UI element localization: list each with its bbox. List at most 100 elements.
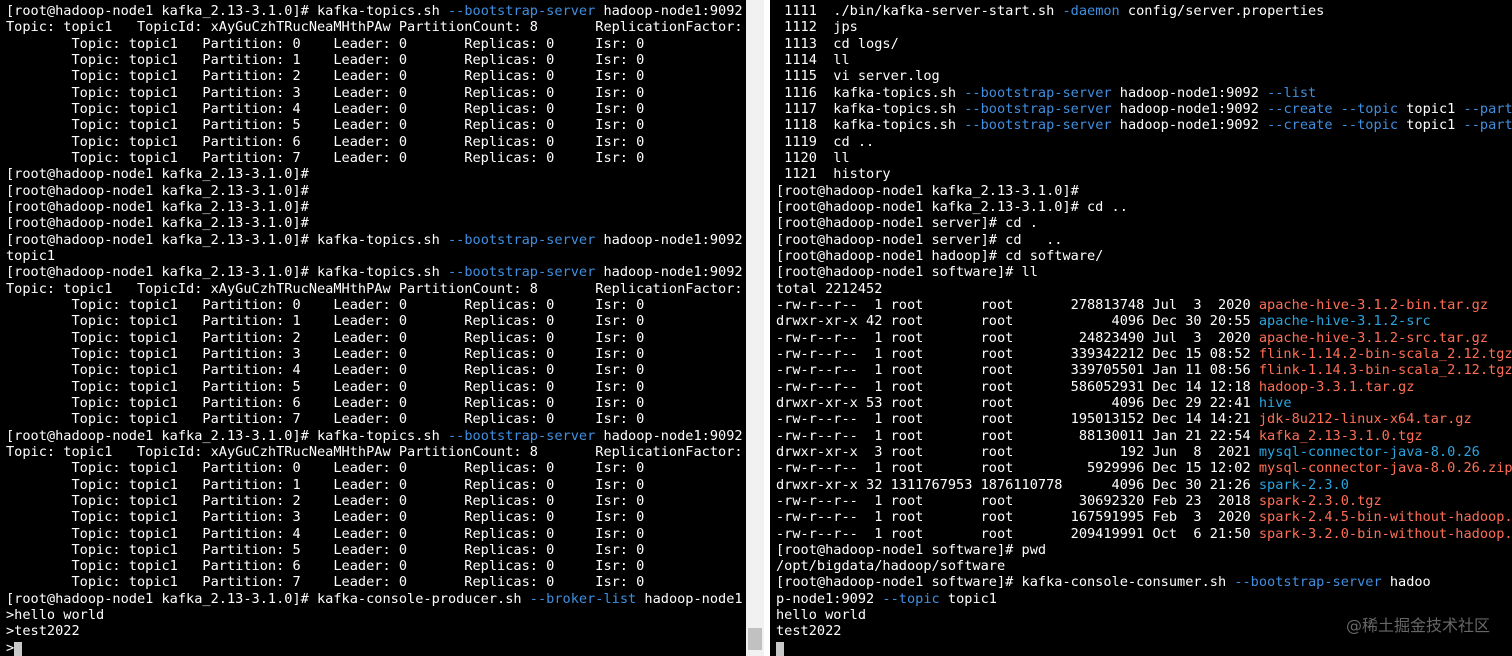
terminal-text-segment: drwxr-xr-x 53 root root 4096 Dec 29 22:4…: [776, 394, 1259, 411]
terminal-line: [root@hadoop-node1 kafka_2.13-3.1.0]#: [6, 166, 746, 182]
terminal-text-segment: -rw-r--r-- 1 root root 30692320 Feb 23 2…: [776, 492, 1259, 509]
terminal-line: Topic: topic1 Partition: 7 Leader: 0 Rep…: [6, 574, 746, 590]
terminal-line: -rw-r--r-- 1 root root 339342212 Dec 15 …: [776, 346, 1512, 362]
terminal-text-segment: --create: [1267, 100, 1333, 117]
terminal-line: [root@hadoop-node1 kafka_2.13-3.1.0]# ka…: [6, 3, 746, 19]
terminal-line: -rw-r--r-- 1 root root 24823490 Jul 3 20…: [776, 330, 1512, 346]
terminal-text-segment: --create: [1267, 117, 1333, 134]
left-terminal-pane[interactable]: [root@hadoop-node1 kafka_2.13-3.1.0]# ka…: [0, 0, 746, 656]
terminal-line: 1117 kafka-topics.sh --bootstrap-server …: [776, 101, 1512, 117]
terminal-text-segment: /opt/bigdata/hadoop/software: [776, 558, 1006, 575]
terminal-cursor: [14, 641, 23, 656]
terminal-text-segment: Topic: topic1 Partition: 2 Leader: 0 Rep…: [6, 68, 645, 85]
terminal-text-segment: -rw-r--r-- 1 root root 339342212 Dec 15 …: [776, 345, 1259, 362]
terminal-line: Topic: topic1 Partition: 1 Leader: 0 Rep…: [6, 313, 746, 329]
terminal-text-segment: Topic: topic1 Partition: 6 Leader: 0 Rep…: [6, 558, 645, 575]
terminal-line: [root@hadoop-node1 server]# cd .: [776, 215, 1512, 231]
terminal-line: -rw-r--r-- 1 root root 209419991 Oct 6 2…: [776, 526, 1512, 542]
terminal-text-segment: [root@hadoop-node1 software]# ll: [776, 264, 1038, 281]
terminal-line: 1112 jps: [776, 19, 1512, 35]
terminal-line: 1113 cd logs/: [776, 36, 1512, 52]
terminal-text-segment: Topic: topic1 Partition: 1 Leader: 0 Rep…: [6, 313, 645, 330]
terminal-line: 1114 ll: [776, 52, 1512, 68]
terminal-text-segment: flink-1.14.2-bin-scala_2.12.tgz: [1258, 345, 1512, 362]
terminal-text-segment: --bootstrap-server: [1234, 574, 1382, 591]
terminal-text-segment: [root@hadoop-node1 server]# cd ..: [776, 231, 1063, 248]
terminal-text-segment: [root@hadoop-node1 kafka_2.13-3.1.0]#: [6, 166, 309, 183]
terminal-text-segment: Topic: topic1 Partition: 4 Leader: 0 Rep…: [6, 100, 645, 117]
terminal-text-segment: -rw-r--r-- 1 root root 195013152 Dec 14 …: [776, 411, 1259, 428]
terminal-text-segment: hadoop-node1: [636, 590, 743, 607]
terminal-text-segment: spark-3.2.0-bin-without-hadoop.: [1258, 525, 1512, 542]
terminal-text-segment: hadoop-node1:9092: [1111, 100, 1268, 117]
terminal-text-segment: 1113 cd logs/: [776, 35, 899, 52]
terminal-text-segment: Topic: topic1 Partition: 3 Leader: 0 Rep…: [6, 509, 645, 526]
terminal-text-segment: -rw-r--r-- 1 root root 24823490 Jul 3 20…: [776, 329, 1259, 346]
terminal-text-segment: >hello world: [6, 607, 105, 624]
terminal-line: >: [6, 640, 746, 656]
terminal-text-segment: [root@hadoop-node1 kafka_2.13-3.1.0]#: [6, 198, 309, 215]
terminal-text-segment: -rw-r--r-- 1 root root 586052931 Dec 14 …: [776, 378, 1259, 395]
terminal-text-segment: Topic: topic1 Partition: 0 Leader: 0 Rep…: [6, 35, 645, 52]
terminal-line: [root@hadoop-node1 software]# kafka-cons…: [776, 574, 1512, 590]
terminal-text-segment: [root@hadoop-node1 software]# pwd: [776, 541, 1047, 558]
left-terminal-scrollbar[interactable]: [746, 0, 764, 656]
terminal-line: Topic: topic1 Partition: 5 Leader: 0 Rep…: [6, 379, 746, 395]
terminal-text-segment: -daemon: [1062, 3, 1120, 19]
terminal-text-segment: Topic: topic1 Partition: 2 Leader: 0 Rep…: [6, 329, 645, 346]
terminal-text-segment: --bootstrap-server: [447, 427, 596, 444]
terminal-text-segment: hadoop-node1:9092: [595, 427, 743, 444]
terminal-line: p-node1:9092 --topic topic1: [776, 591, 1512, 607]
terminal-text-segment: [root@hadoop-node1 kafka_2.13-3.1.0]# ka…: [6, 3, 448, 19]
terminal-text-segment: Topic: topic1 Partition: 7 Leader: 0 Rep…: [6, 411, 645, 428]
right-terminal-pane[interactable]: 1111 ./bin/kafka-server-start.sh -daemon…: [770, 0, 1512, 656]
terminal-text-segment: --part: [1463, 100, 1512, 117]
terminal-line: [root@hadoop-node1 kafka_2.13-3.1.0]# ka…: [6, 264, 746, 280]
terminal-text-segment: -rw-r--r-- 1 root root 339705501 Jan 11 …: [776, 362, 1259, 379]
terminal-text-segment: Topic: topic1 TopicId: xAyGuCzhTRucNeaMH…: [6, 443, 743, 460]
terminal-line: >hello world: [6, 607, 746, 623]
terminal-line: Topic: topic1 Partition: 3 Leader: 0 Rep…: [6, 346, 746, 362]
terminal-text-segment: drwxr-xr-x 32 1311767953 1876110778 4096…: [776, 476, 1259, 493]
terminal-text-segment: Topic: topic1 Partition: 2 Leader: 0 Rep…: [6, 492, 645, 509]
terminal-text-segment: [root@hadoop-node1 server]# cd .: [776, 215, 1038, 232]
terminal-text-segment: [root@hadoop-node1 kafka_2.13-3.1.0]# ka…: [6, 231, 448, 248]
terminal-line: total 2212452: [776, 281, 1512, 297]
terminal-line: 1118 kafka-topics.sh --bootstrap-server …: [776, 117, 1512, 133]
terminal-line: Topic: topic1 Partition: 4 Leader: 0 Rep…: [6, 101, 746, 117]
terminal-text-segment: Topic: topic1 Partition: 7 Leader: 0 Rep…: [6, 149, 645, 166]
terminal-text-segment: Topic: topic1 Partition: 3 Leader: 0 Rep…: [6, 345, 645, 362]
terminal-text-segment: [root@hadoop-node1 kafka_2.13-3.1.0]#: [6, 182, 309, 199]
terminal-line: Topic: topic1 TopicId: xAyGuCzhTRucNeaMH…: [6, 444, 746, 460]
terminal-text-segment: apache-hive-3.1.2-bin.tar.gz: [1258, 296, 1489, 313]
terminal-line: 1115 vi server.log: [776, 68, 1512, 84]
terminal-line: topic1: [6, 248, 746, 264]
terminal-line: 1119 cd ..: [776, 134, 1512, 150]
terminal-line: Topic: topic1 TopicId: xAyGuCzhTRucNeaMH…: [6, 281, 746, 297]
terminal-line: >test2022: [6, 623, 746, 639]
scrollbar-thumb[interactable]: [748, 628, 762, 650]
terminal-line: 1116 kafka-topics.sh --bootstrap-server …: [776, 85, 1512, 101]
left-terminal-output: [root@hadoop-node1 kafka_2.13-3.1.0]# ka…: [6, 3, 746, 656]
terminal-line: -rw-r--r-- 1 root root 586052931 Dec 14 …: [776, 379, 1512, 395]
terminal-line: Topic: topic1 Partition: 5 Leader: 0 Rep…: [6, 542, 746, 558]
terminal-line: [root@hadoop-node1 software]# ll: [776, 264, 1512, 280]
terminal-text-segment: config/server.properties: [1119, 3, 1325, 19]
terminal-text-segment: --topic: [1340, 100, 1399, 117]
terminal-text-segment: 1112 jps: [776, 19, 858, 36]
terminal-text-segment: Topic: topic1 Partition: 5 Leader: 0 Rep…: [6, 541, 645, 558]
watermark-text: @稀土掘金技术社区: [1345, 616, 1490, 635]
terminal-line: Topic: topic1 Partition: 2 Leader: 0 Rep…: [6, 330, 746, 346]
terminal-text-segment: [root@hadoop-node1 kafka_2.13-3.1.0]# cd…: [776, 198, 1128, 215]
terminal-text-segment: apache-hive-3.1.2-src.tar.gz: [1258, 329, 1489, 346]
terminal-line: Topic: topic1 Partition: 4 Leader: 0 Rep…: [6, 362, 746, 378]
terminal-line: [root@hadoop-node1 server]# cd ..: [776, 232, 1512, 248]
terminal-line: 1111 ./bin/kafka-server-start.sh -daemon…: [776, 3, 1512, 19]
terminal-text-segment: Topic: topic1 TopicId: xAyGuCzhTRucNeaMH…: [6, 19, 743, 36]
terminal-text-segment: --bootstrap-server: [964, 100, 1112, 117]
terminal-line: 1121 history: [776, 166, 1512, 182]
terminal-text-segment: Topic: topic1 Partition: 1 Leader: 0 Rep…: [6, 476, 645, 493]
terminal-text-segment: 1115 vi server.log: [776, 68, 940, 85]
